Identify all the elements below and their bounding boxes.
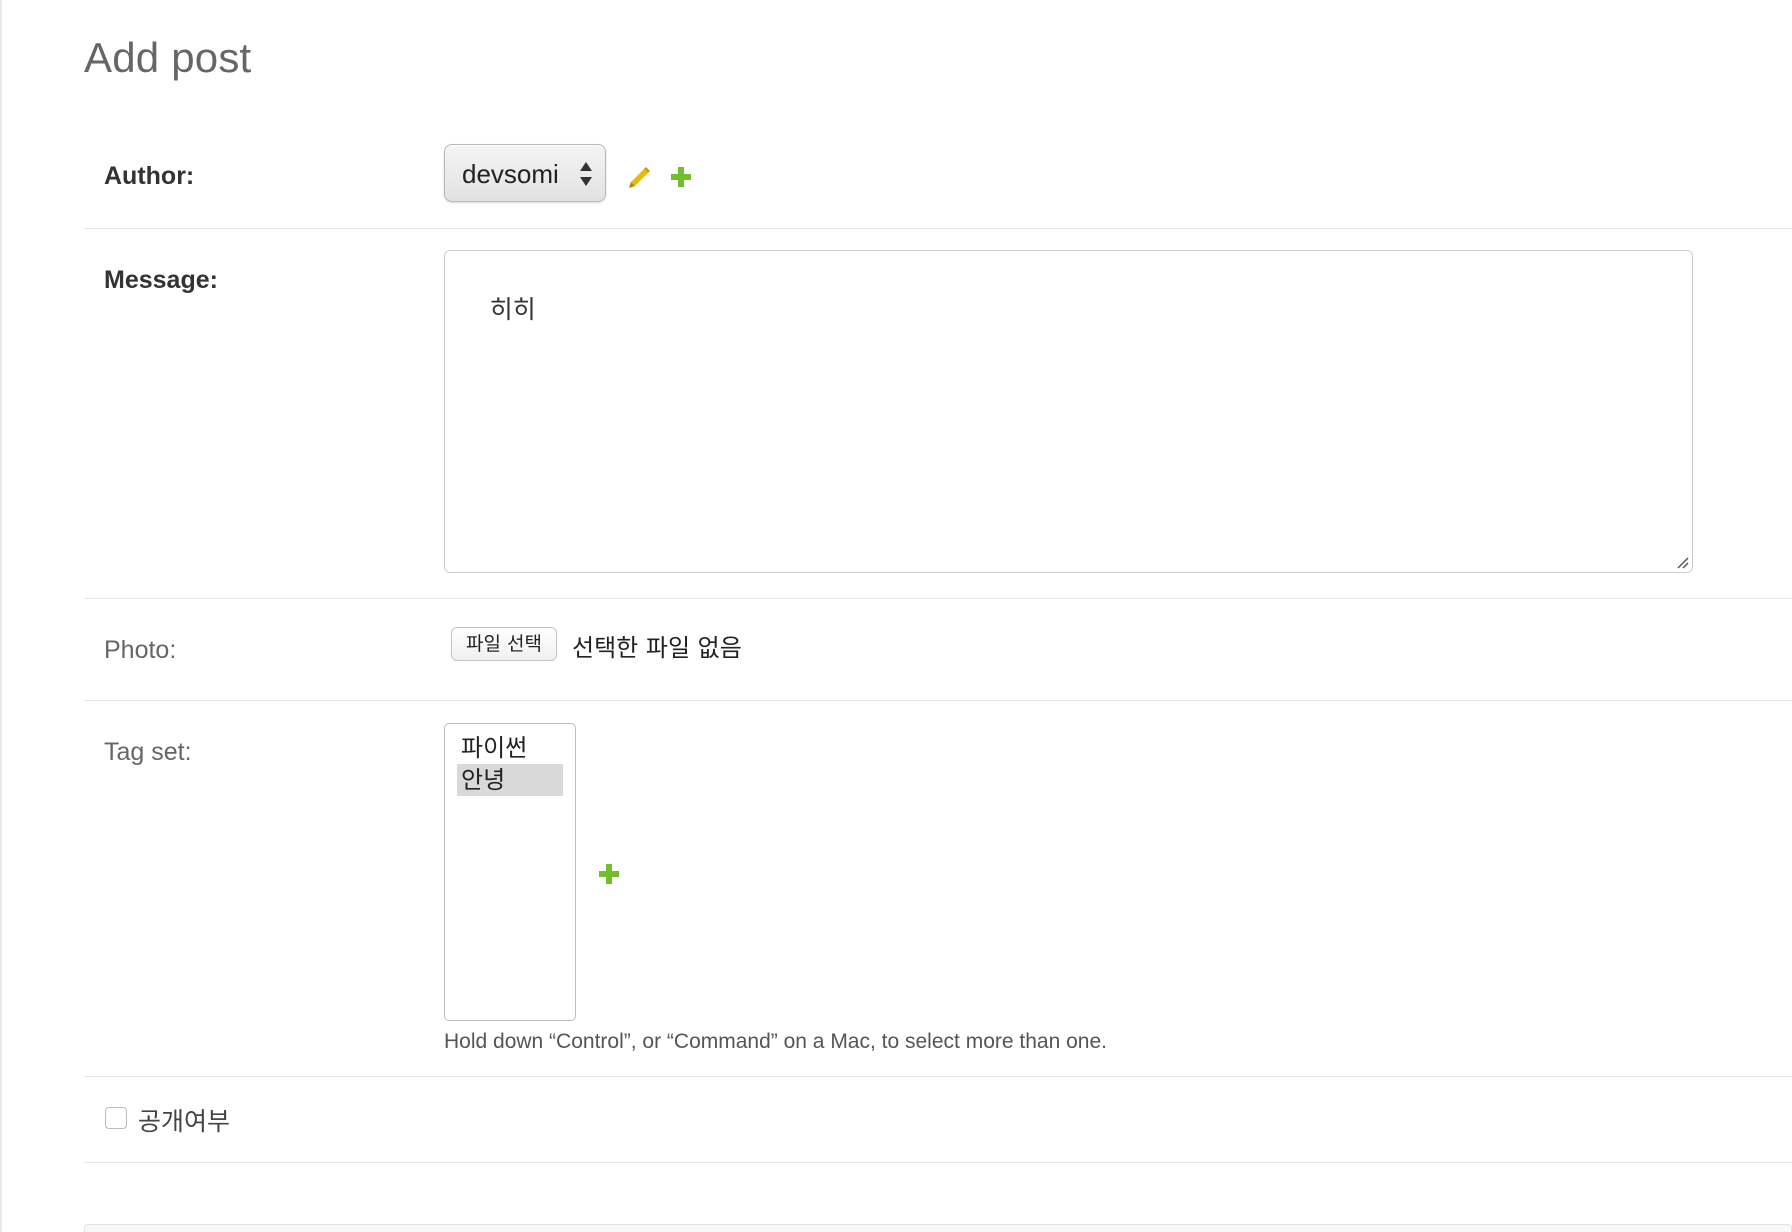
admin-form-page: Add post Author: devsomi Message: 히히 Pho…	[0, 0, 1792, 1232]
pencil-icon[interactable]	[626, 163, 652, 189]
submit-row	[84, 1224, 1792, 1232]
plus-icon[interactable]	[669, 165, 693, 189]
page-title: Add post	[84, 34, 252, 81]
file-status-text: 선택한 파일 없음	[572, 634, 742, 662]
tag-set-row: Tag set:	[84, 700, 1792, 1077]
author-label: Author:	[104, 162, 195, 190]
author-selected-value: devsomi	[462, 159, 559, 189]
public-row	[84, 1076, 1792, 1163]
tag-set-label: Tag set:	[104, 738, 192, 766]
photo-row: Photo:	[84, 598, 1792, 701]
message-text: 히히	[489, 295, 536, 324]
tag-set-multiselect[interactable]: 파이썬 안녕	[444, 723, 576, 1021]
author-select[interactable]: devsomi	[444, 144, 606, 202]
resize-grip-icon[interactable]	[1674, 554, 1690, 570]
tag-option-selected[interactable]: 안녕	[457, 764, 563, 796]
author-row: Author:	[84, 100, 1792, 229]
photo-label: Photo:	[104, 636, 177, 664]
select-arrows-icon	[580, 162, 592, 186]
plus-icon[interactable]	[597, 862, 621, 886]
tag-option[interactable]: 파이썬	[457, 732, 563, 764]
public-checkbox-label: 공개여부	[138, 1107, 231, 1136]
tag-set-help-text: Hold down “Control”, or “Command” on a M…	[444, 1030, 1107, 1053]
public-checkbox[interactable]	[105, 1107, 127, 1129]
message-textarea[interactable]: 히히	[444, 250, 1693, 573]
message-label: Message:	[104, 266, 218, 294]
choose-file-button[interactable]: 파일 선택	[451, 627, 557, 661]
